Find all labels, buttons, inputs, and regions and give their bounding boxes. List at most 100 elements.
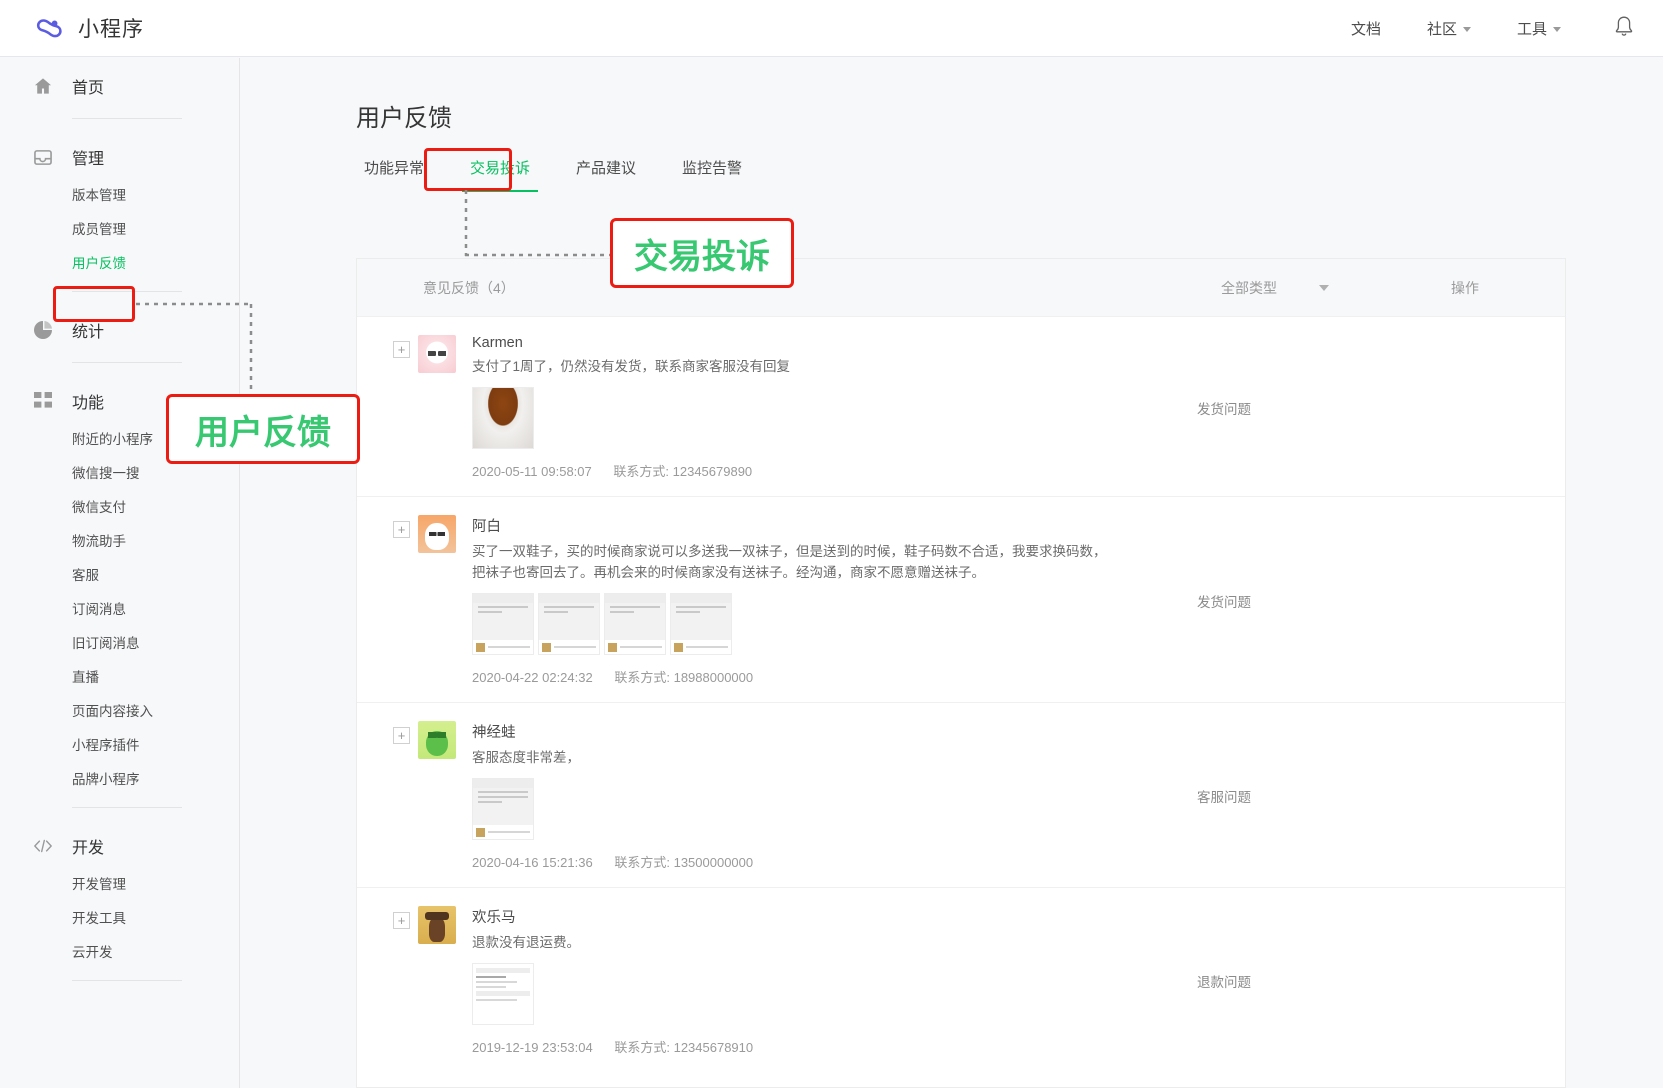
feedback-meta: 2020-05-11 09:58:07 联系方式: 12345679890 xyxy=(472,461,1119,480)
brand[interactable]: 小程序 xyxy=(32,11,144,45)
topnav-item-tools[interactable]: 工具 xyxy=(1517,18,1561,39)
feedback-body: 神经蛙 客服态度非常差， 2020-04-16 15:21:36 联系方式: 1… xyxy=(472,721,1119,871)
column-header-feedback: 意见反馈（4） xyxy=(423,279,515,296)
contact-label: 联系方式: xyxy=(614,670,670,685)
sidebar-item-member-manage[interactable]: 成员管理 xyxy=(0,213,239,247)
topnav-label: 社区 xyxy=(1426,20,1457,38)
top-nav: 文档 社区 工具 xyxy=(1305,14,1635,43)
sidebar-item-wechat-search[interactable]: 微信搜一搜 xyxy=(0,457,239,491)
attachment-thumbnails xyxy=(472,778,1119,840)
attachment-thumbnail[interactable] xyxy=(472,387,534,449)
tab-function-error[interactable]: 功能异常 xyxy=(356,157,432,192)
contact-value: 13500000000 xyxy=(673,855,754,870)
attachment-thumbnail[interactable] xyxy=(670,593,732,655)
sidebar-item-logistics-assistant[interactable]: 物流助手 xyxy=(0,525,239,559)
table-header: 意见反馈（4） 全部类型 操作 xyxy=(357,259,1565,317)
notification-bell-button[interactable] xyxy=(1613,14,1635,43)
feedback-content: 退款没有退运费。 xyxy=(472,935,580,950)
user-name: 神经蛙 xyxy=(472,725,516,741)
tab-product-suggestion[interactable]: 产品建议 xyxy=(568,157,644,192)
sidebar-item-miniprogram-plugin[interactable]: 小程序插件 xyxy=(0,729,239,763)
attachment-thumbnail[interactable] xyxy=(472,963,534,1025)
pie-chart-icon xyxy=(34,321,52,339)
avatar xyxy=(418,335,456,373)
avatar xyxy=(418,515,456,553)
attachment-thumbnail[interactable] xyxy=(472,593,534,655)
row-action-cell xyxy=(1365,335,1565,480)
sidebar-item-stats[interactable]: 统计 xyxy=(0,308,239,352)
sidebar: 首页 管理 版本管理 成员管理 用户反馈 统计 功能 附近的小程序 微信搜一搜 … xyxy=(0,58,240,1088)
tab-transaction-complaint[interactable]: 交易投诉 xyxy=(462,157,539,192)
sidebar-item-version-manage[interactable]: 版本管理 xyxy=(0,179,239,213)
contact-label: 联系方式: xyxy=(613,464,669,479)
sidebar-divider xyxy=(72,807,182,808)
sidebar-group-label: 统计 xyxy=(72,324,105,341)
sidebar-item-develop-manage[interactable]: 开发管理 xyxy=(0,868,239,902)
expand-button[interactable]: + xyxy=(393,912,410,929)
feedback-panel: 意见反馈（4） 全部类型 操作 + Karmen 支付了1周了，仍然没有发货，联… xyxy=(356,258,1566,1088)
sidebar-divider xyxy=(72,362,182,363)
type-filter-dropdown[interactable]: 全部类型 xyxy=(1221,278,1329,298)
code-icon xyxy=(34,837,52,855)
top-bar: 小程序 文档 社区 工具 xyxy=(0,0,1663,57)
tab-bar: 功能异常 交易投诉 产品建议 监控告警 xyxy=(356,157,1663,192)
type-filter-label: 全部类型 xyxy=(1221,279,1277,296)
sidebar-item-page-content-access[interactable]: 页面内容接入 xyxy=(0,695,239,729)
sidebar-item-user-feedback[interactable]: 用户反馈 xyxy=(0,247,239,281)
sidebar-item-old-subscribe-message[interactable]: 旧订阅消息 xyxy=(0,627,239,661)
avatar xyxy=(418,906,456,944)
feedback-date: 2019-12-19 23:53:04 xyxy=(472,1040,593,1055)
expand-button[interactable]: + xyxy=(393,727,410,744)
sidebar-item-wechat-pay[interactable]: 微信支付 xyxy=(0,491,239,525)
topnav-label: 工具 xyxy=(1516,20,1547,38)
sidebar-item-develop-tools[interactable]: 开发工具 xyxy=(0,902,239,936)
feedback-meta: 2020-04-22 02:24:32 联系方式: 18988000000 xyxy=(472,667,1119,686)
sidebar-item-features[interactable]: 功能 xyxy=(0,379,239,423)
topnav-item-docs[interactable]: 文档 xyxy=(1351,18,1381,39)
attachment-thumbnail[interactable] xyxy=(604,593,666,655)
sidebar-divider xyxy=(72,980,182,981)
user-name: 阿白 xyxy=(472,519,501,535)
inbox-icon xyxy=(34,148,52,166)
sidebar-group-home: 首页 xyxy=(0,58,239,119)
sidebar-item-cloud-develop[interactable]: 云开发 xyxy=(0,936,239,970)
contact-value: 12345679890 xyxy=(672,464,753,479)
contact-value: 18988000000 xyxy=(673,670,754,685)
feedback-date: 2020-04-22 02:24:32 xyxy=(472,670,593,685)
sidebar-group-manage: 管理 版本管理 成员管理 用户反馈 xyxy=(0,129,239,292)
tab-bar-rule xyxy=(356,191,1663,192)
sidebar-group-label: 开发 xyxy=(72,840,105,857)
sidebar-item-home[interactable]: 首页 xyxy=(0,64,239,108)
table-row: + 神经蛙 客服态度非常差， 2020-04-16 15:21:36 联系方式:… xyxy=(357,703,1565,888)
sidebar-item-customer-service[interactable]: 客服 xyxy=(0,559,239,593)
sidebar-item-develop[interactable]: 开发 xyxy=(0,824,239,868)
sidebar-item-nearby-miniprograms[interactable]: 附近的小程序 xyxy=(0,423,239,457)
sidebar-item-subscribe-message[interactable]: 订阅消息 xyxy=(0,593,239,627)
feedback-body: 阿白 买了一双鞋子，买的时候商家说可以多送我一双袜子，但是送到的时候，鞋子码数不… xyxy=(472,515,1119,686)
chevron-down-icon xyxy=(1319,284,1329,291)
brand-name: 小程序 xyxy=(78,18,144,41)
row-action-cell xyxy=(1365,906,1565,1056)
user-name: Karmen xyxy=(472,335,523,351)
sidebar-group-features: 功能 附近的小程序 微信搜一搜 微信支付 物流助手 客服 订阅消息 旧订阅消息 … xyxy=(0,373,239,808)
attachment-thumbnails xyxy=(472,387,1119,449)
table-row: + 阿白 买了一双鞋子，买的时候商家说可以多送我一双袜子，但是送到的时候，鞋子码… xyxy=(357,497,1565,703)
tab-monitor-alert[interactable]: 监控告警 xyxy=(674,157,750,192)
sidebar-group-label: 管理 xyxy=(72,151,105,168)
sidebar-item-live[interactable]: 直播 xyxy=(0,661,239,695)
feedback-date: 2020-04-16 15:21:36 xyxy=(472,855,593,870)
main-content: 用户反馈 功能异常 交易投诉 产品建议 监控告警 意见反馈（4） 全部类型 操作… xyxy=(241,58,1663,1088)
attachment-thumbnail[interactable] xyxy=(538,593,600,655)
attachment-thumbnail[interactable] xyxy=(472,778,534,840)
expand-button[interactable]: + xyxy=(393,521,410,538)
sidebar-group-stats: 统计 xyxy=(0,302,239,363)
sidebar-group-label: 功能 xyxy=(72,395,105,412)
topnav-item-community[interactable]: 社区 xyxy=(1427,18,1471,39)
feedback-date: 2020-05-11 09:58:07 xyxy=(472,464,592,479)
sidebar-item-brand-miniprogram[interactable]: 品牌小程序 xyxy=(0,763,239,797)
sidebar-item-manage[interactable]: 管理 xyxy=(0,135,239,179)
sidebar-divider xyxy=(72,291,182,292)
column-header-action: 操作 xyxy=(1451,279,1479,296)
feedback-type: 退款问题 xyxy=(1197,975,1251,990)
expand-button[interactable]: + xyxy=(393,341,410,358)
